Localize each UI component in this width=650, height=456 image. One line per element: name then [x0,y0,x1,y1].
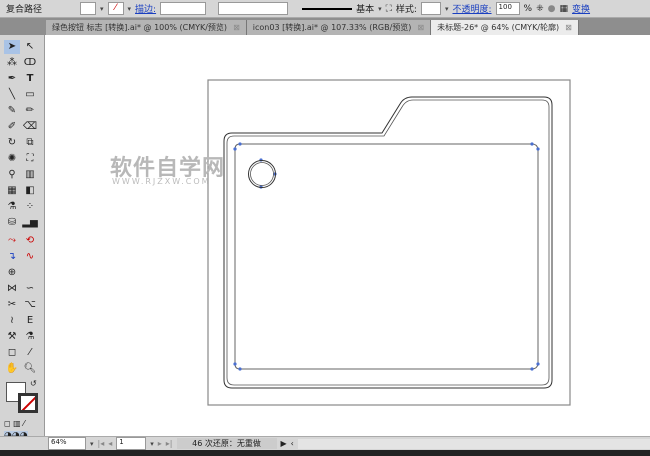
close-icon[interactable]: ⊠ [565,23,572,32]
magic-wand-tool-icon[interactable]: ⁂ [4,56,20,70]
smooth-anchor-icon[interactable]: ∿ [22,250,38,264]
status-menu-icon[interactable]: ▶ [281,439,287,448]
direct-selection-tool-icon[interactable]: ↖ [22,40,38,54]
pen-tool-icon[interactable]: ✒ [4,72,20,86]
horizontal-scrollbar[interactable] [297,438,650,449]
paintbrush-tool-icon[interactable]: ✎ [4,104,20,118]
shape-builder-tool-icon[interactable]: ⚲ [4,168,20,182]
circle-inner [250,162,274,186]
folder-outline-inner [226,99,550,386]
transform-link[interactable]: 变换 [572,2,590,15]
document-tabs: 绿色按钮 标志 [转换].ai* @ 100% (CMYK/预览) ⊠ icon0… [0,18,650,35]
eraser-tool-icon[interactable]: ⌫ [22,120,38,134]
tab-document-3[interactable]: 未标题-26* @ 64% (CMYK/轮廓) ⊠ [431,20,579,35]
zoom-tool-icon[interactable]: 🔍︎ [22,362,38,376]
folder-outline-outer [223,96,553,389]
slice-select-tool-icon[interactable]: ◻ [4,346,20,360]
opacity-unit: % [523,3,533,14]
column-graph-icon[interactable]: Ε [22,314,38,328]
symbol-sprayer-tool-icon[interactable]: ⛁ [4,216,20,230]
style-select[interactable] [420,2,441,15]
swap-colors-icon[interactable]: ↺ [30,379,37,388]
tab-label: 未标题-26* @ 64% (CMYK/轮廓) [437,23,560,32]
recolor-icon[interactable]: ● [548,4,556,14]
slice-tool-icon[interactable]: ∽ [22,282,38,296]
knife-tool-icon[interactable]: ⌥ [22,298,38,312]
tab-document-1[interactable]: 绿色按钮 标志 [转换].ai* @ 100% (CMYK/预览) ⊠ [46,20,247,35]
mesh-tool-icon[interactable]: ▦ [4,184,20,198]
circle-outer [248,160,276,188]
lasso-tool-icon[interactable]: ↀ [22,56,38,70]
crosshair-tool-icon[interactable]: ⊕ [4,266,20,280]
zoom-select[interactable]: 64% [48,437,86,450]
pencil-tool-icon[interactable]: ✏ [22,104,38,118]
canvas[interactable] [46,35,650,436]
corner-anchor-icon[interactable]: ↴ [4,250,20,264]
taskbar-strip [0,450,650,456]
scissors-tool-icon[interactable]: ✂ [4,298,20,312]
rectangle-tool-icon[interactable]: ▭ [22,88,38,102]
add-anchor-point-icon[interactable]: ⤳ [4,234,20,248]
anchor-points [233,142,540,371]
artwork [207,79,571,406]
stroke-label[interactable]: 描边: [135,2,156,15]
live-paint-select-icon[interactable]: ⚗ [22,330,38,344]
stroke-swatch[interactable]: ⁄ [107,2,124,15]
measure-tool-icon[interactable]: ⁄ [22,346,38,360]
color-mode-buttons[interactable]: ◻ ▥ ⁄ [4,419,25,428]
hand-tool-icon[interactable]: ✋ [4,362,20,376]
scale-tool-icon[interactable]: ⧉ [22,136,38,150]
folder-inner-rect [234,143,539,370]
close-icon[interactable]: ⊠ [417,23,424,32]
blob-brush-tool-icon[interactable]: ✐ [4,120,20,134]
artboard [207,79,571,406]
style-label: 样式: [395,5,417,15]
align-icon[interactable]: ▦ [560,4,569,14]
artboard-tool-icon[interactable]: ⋈ [4,282,20,296]
tools-panel: ➤ ↖ ⁂ ↀ ✒ T ╲ ▭ ✎ ✏ ✐ ⌫ ↻ ⧉ ✺ ⛶ ⚲ ▥ ▦ ◧ … [0,35,45,441]
perspective-grid-tool-icon[interactable]: ▥ [22,168,38,182]
watermark-url: WWW.RJZXW.COM [112,177,211,186]
arrange-icon[interactable]: ⛶ [386,4,392,14]
page-select[interactable]: 1 [116,437,147,450]
close-icon[interactable]: ⊠ [233,23,240,32]
opacity-label[interactable]: 不透明度: [452,2,491,15]
line-tool-icon[interactable]: ╲ [4,88,20,102]
convert-anchor-point-icon[interactable]: ⟲ [22,234,38,248]
profile-label[interactable]: 基本 [356,2,374,15]
control-bar: 复合路径 ▾ ⁄ ▾ 描边: 基本 ▾ ⛶ 样式: ▾ 不透明度: 100 % ⁜ … [0,0,650,18]
object-type-label: 复合路径 [6,5,43,15]
undo-status: 46 次还原：无重做 [176,438,277,449]
prev-page-icon[interactable]: ◂ [108,439,112,448]
stroke-weight-input[interactable] [160,2,207,15]
gradient-tool-icon[interactable]: ◧ [22,184,38,198]
free-transform-tool-icon[interactable]: ⛶ [22,152,38,166]
selection-tool-icon[interactable]: ➤ [4,40,20,54]
first-page-icon[interactable]: |◂ [98,439,105,448]
select-similar-icon[interactable]: ⁜ [536,4,544,14]
warp-tool-icon[interactable]: ✺ [4,152,20,166]
tab-label: icon03 [转换].ai* @ 107.33% (RGB/预览) [252,23,412,32]
scroll-left-icon[interactable]: ‹ [291,439,294,448]
eyedropper-tool-icon[interactable]: ⚗ [4,200,20,214]
blend-tool-icon[interactable]: ⁘ [22,200,38,214]
opacity-input[interactable]: 100 [495,2,520,15]
type-tool-icon[interactable]: T [22,72,38,86]
width-tool-icon[interactable]: ≀ [4,314,20,328]
last-page-icon[interactable]: ▸| [166,439,173,448]
graph-tool-icon[interactable]: ▂▅ [22,216,38,230]
stroke-color-swatch[interactable] [18,393,38,413]
tab-label: 绿色按钮 标志 [转换].ai* @ 100% (CMYK/预览) [52,23,228,32]
next-page-icon[interactable]: ▸ [158,439,162,448]
brush-line-icon[interactable] [302,7,353,10]
tab-document-2[interactable]: icon03 [转换].ai* @ 107.33% (RGB/预览) ⊠ [246,20,432,35]
live-paint-tool-icon[interactable]: ⚒ [4,330,20,344]
fill-swatch[interactable] [80,2,96,15]
variable-width-select[interactable] [218,2,289,15]
status-bar: 64% ▾ |◂ ◂ 1 ▾ ▸ ▸| 46 次还原：无重做 ▶ ‹ [0,436,650,450]
rotate-tool-icon[interactable]: ↻ [4,136,20,150]
